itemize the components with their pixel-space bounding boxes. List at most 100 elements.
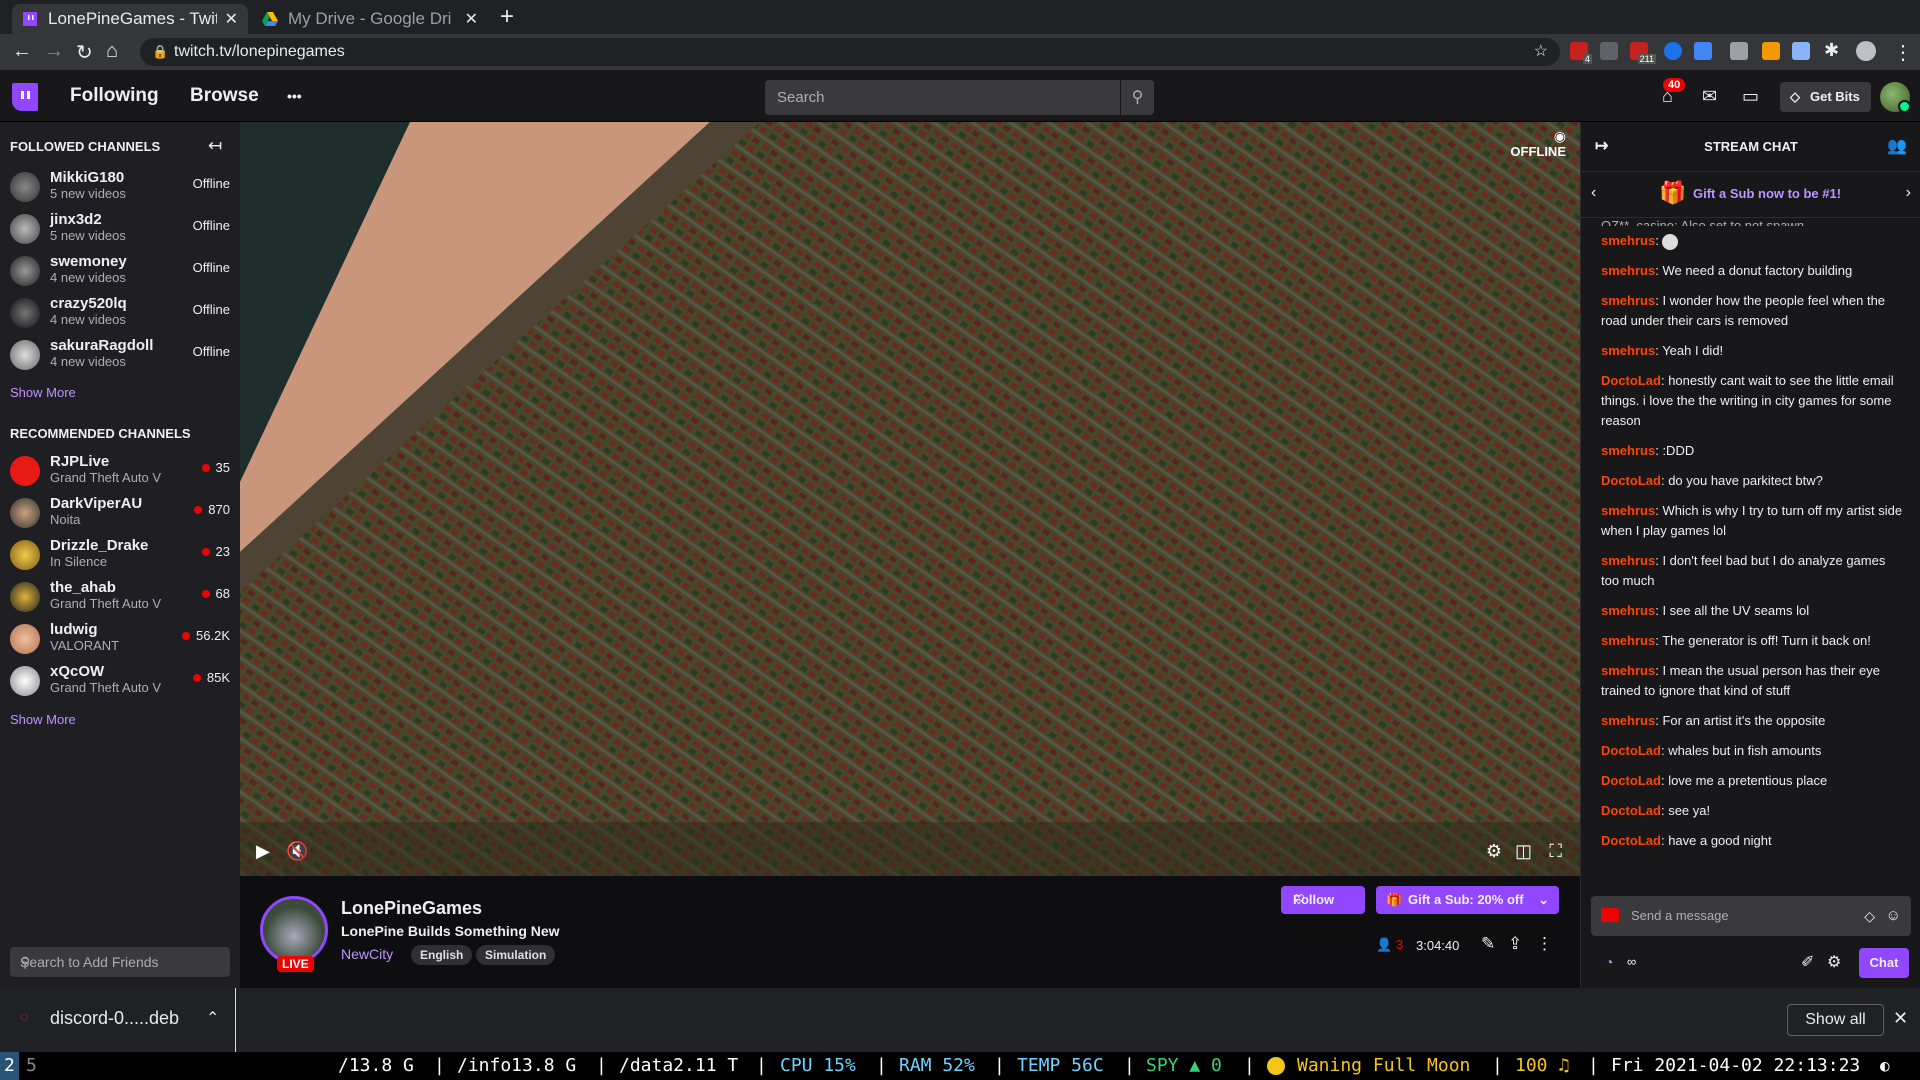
tray-icon[interactable]: ◐ bbox=[1880, 1052, 1890, 1080]
more-icon[interactable]: ••• bbox=[287, 88, 302, 104]
tag-english[interactable]: English bbox=[411, 945, 473, 965]
chevron-right-icon[interactable]: › bbox=[1906, 184, 1911, 202]
gift-sub-banner[interactable]: ‹ 🎁 Gift a Sub now to be #1! › bbox=[1581, 172, 1920, 218]
more-options-icon[interactable]: ⋮ bbox=[1536, 934, 1553, 954]
show-more-recommended-link[interactable]: Show More bbox=[10, 712, 76, 727]
workspace-5[interactable]: 5 bbox=[26, 1052, 37, 1080]
nav-following[interactable]: Following bbox=[70, 85, 159, 107]
game-link[interactable]: NewCity bbox=[341, 946, 393, 962]
share-icon[interactable]: ⇪ bbox=[1508, 934, 1522, 954]
close-tab-icon[interactable]: ✕ bbox=[465, 9, 478, 29]
extension-icon[interactable] bbox=[1730, 42, 1748, 60]
chat-username[interactable]: smehrus bbox=[1601, 233, 1655, 248]
edit-pencil-icon[interactable]: ✎ bbox=[1481, 934, 1495, 954]
extension-icon[interactable] bbox=[1762, 42, 1780, 60]
extension-icon[interactable]: 4 bbox=[1570, 42, 1592, 64]
workspace-2[interactable]: 2 bbox=[0, 1052, 19, 1080]
search-icon[interactable]: ⚲ bbox=[1120, 80, 1154, 115]
chat-username[interactable]: DoctoLad bbox=[1601, 803, 1661, 818]
chat-username[interactable]: smehrus bbox=[1601, 293, 1655, 308]
chevron-up-icon[interactable]: ⌃ bbox=[206, 1008, 219, 1028]
settings-gear-icon[interactable]: ⚙ bbox=[1486, 841, 1502, 862]
chat-username[interactable]: DoctoLad bbox=[1601, 743, 1661, 758]
close-tab-icon[interactable]: ✕ bbox=[225, 9, 238, 29]
gift-sub-button[interactable]: 🎁 Gift a Sub: 20% off ⌄ bbox=[1376, 886, 1559, 914]
followed-channel-item[interactable]: crazy520lq 4 new videos Offline bbox=[0, 292, 240, 334]
twitch-logo-icon[interactable] bbox=[12, 83, 38, 111]
followed-channel-item[interactable]: swemoney 4 new videos Offline bbox=[0, 250, 240, 292]
user-avatar[interactable] bbox=[1880, 82, 1911, 113]
download-item[interactable]: ◌ discord-0.....deb ⌃ bbox=[0, 988, 236, 1052]
chat-username[interactable]: smehrus bbox=[1601, 633, 1655, 648]
chat-username[interactable]: smehrus bbox=[1601, 503, 1655, 518]
channel-points-icon[interactable]: ◔ bbox=[1605, 954, 1613, 970]
chat-username[interactable]: smehrus bbox=[1601, 713, 1655, 728]
chat-username[interactable]: smehrus bbox=[1601, 443, 1655, 458]
chat-message-input[interactable]: Send a message ◇ ☺ bbox=[1591, 896, 1911, 936]
chat-bubble-icon[interactable]: ▭ bbox=[1742, 86, 1759, 107]
recommended-channel-item[interactable]: xQcOW Grand Theft Auto V 85K bbox=[0, 660, 240, 702]
chat-username[interactable]: DoctoLad bbox=[1601, 773, 1661, 788]
followed-channel-item[interactable]: jinx3d2 5 new videos Offline bbox=[0, 208, 240, 250]
fullscreen-icon[interactable]: ⛶ bbox=[1549, 841, 1562, 862]
home-icon[interactable]: ⌂ bbox=[106, 40, 118, 63]
get-bits-button[interactable]: ◇ Get Bits bbox=[1780, 82, 1871, 112]
extension-icon[interactable] bbox=[1694, 42, 1712, 60]
community-icon[interactable]: 👥 bbox=[1887, 122, 1907, 172]
back-icon[interactable]: ← bbox=[12, 40, 32, 63]
channel-name[interactable]: LonePineGames bbox=[341, 898, 482, 919]
bookmark-star-icon[interactable]: ☆ bbox=[1534, 38, 1548, 66]
tab-twitch[interactable]: LonePineGames - Twit ✕ bbox=[12, 4, 248, 34]
collapse-sidebar-icon[interactable]: ↤ bbox=[208, 136, 222, 156]
mute-icon[interactable]: 🔇 bbox=[286, 841, 308, 862]
extension-icon[interactable] bbox=[1792, 42, 1810, 60]
extension-icon[interactable]: 211 bbox=[1630, 42, 1656, 64]
chat-username[interactable]: smehrus bbox=[1601, 553, 1655, 568]
bits-icon[interactable]: ◇ bbox=[1864, 896, 1875, 936]
chat-username[interactable]: smehrus bbox=[1601, 603, 1655, 618]
video-player[interactable]: OFFLINE ◉ ▶ 🔇 ⚙ ◫ ⛶ bbox=[240, 122, 1580, 876]
nav-browse[interactable]: Browse bbox=[190, 85, 259, 107]
forward-icon[interactable]: → bbox=[44, 40, 64, 63]
search-input[interactable]: Search bbox=[765, 80, 1120, 115]
chat-username[interactable]: DoctoLad bbox=[1601, 833, 1661, 848]
tag-simulation[interactable]: Simulation bbox=[476, 945, 556, 965]
chat-settings-gear-icon[interactable]: ⚙ bbox=[1827, 952, 1841, 972]
recommended-channel-item[interactable]: the_ahab Grand Theft Auto V 68 bbox=[0, 576, 240, 618]
extension-icon[interactable] bbox=[1664, 42, 1682, 60]
collapse-chat-icon[interactable]: ↦ bbox=[1595, 122, 1608, 172]
recommended-channel-item[interactable]: Drizzle_Drake In Silence 23 bbox=[0, 534, 240, 576]
show-more-followed-link[interactable]: Show More bbox=[10, 385, 76, 400]
chat-send-button[interactable]: Chat bbox=[1859, 948, 1909, 978]
extension-icon[interactable] bbox=[1600, 42, 1618, 60]
followed-channel-item[interactable]: MikkiG180 5 new videos Offline bbox=[0, 166, 240, 208]
play-icon[interactable]: ▶ bbox=[256, 841, 270, 862]
extensions-puzzle-icon[interactable]: ✱ bbox=[1824, 40, 1839, 61]
emote-picker-icon[interactable]: ☺ bbox=[1886, 896, 1901, 936]
chat-username[interactable]: DoctoLad bbox=[1601, 373, 1661, 388]
profile-icon[interactable] bbox=[1856, 41, 1876, 61]
chat-username[interactable]: smehrus bbox=[1601, 263, 1655, 278]
pin-icon[interactable]: ✐ bbox=[1801, 952, 1814, 972]
recommended-channel-item[interactable]: RJPLive Grand Theft Auto V 35 bbox=[0, 450, 240, 492]
new-tab-button[interactable]: + bbox=[500, 3, 514, 31]
chevron-left-icon[interactable]: ‹ bbox=[1591, 184, 1596, 202]
recommended-channel-item[interactable]: DarkViperAU Noita 870 bbox=[0, 492, 240, 534]
theatre-mode-icon[interactable]: ◫ bbox=[1515, 841, 1532, 862]
camera-icon[interactable] bbox=[1601, 908, 1619, 922]
follow-button[interactable]: ♡ Follow bbox=[1281, 886, 1365, 914]
reload-icon[interactable]: ↻ bbox=[76, 40, 93, 65]
close-shelf-icon[interactable]: ✕ bbox=[1893, 1008, 1908, 1029]
friend-search-input[interactable]: ⚲ Search to Add Friends bbox=[10, 947, 230, 977]
menu-kebab-icon[interactable]: ⋮ bbox=[1893, 40, 1913, 65]
chat-username[interactable]: smehrus bbox=[1601, 663, 1655, 678]
show-all-downloads-button[interactable]: Show all bbox=[1787, 1004, 1884, 1036]
chat-username[interactable]: DoctoLad bbox=[1601, 473, 1661, 488]
recommended-channel-item[interactable]: ludwig VALORANT 56.2K bbox=[0, 618, 240, 660]
url-field[interactable]: 🔒 twitch.tv/lonepinegames ☆ bbox=[140, 38, 1560, 66]
channel-avatar[interactable] bbox=[260, 896, 328, 964]
tab-google-drive[interactable]: My Drive - Google Dri ✕ bbox=[252, 4, 488, 34]
followed-channel-item[interactable]: sakuraRagdoll 4 new videos Offline bbox=[0, 334, 240, 376]
eye-icon[interactable]: ◉ bbox=[1554, 128, 1566, 145]
whispers-mail-icon[interactable]: ✉ bbox=[1702, 86, 1717, 107]
